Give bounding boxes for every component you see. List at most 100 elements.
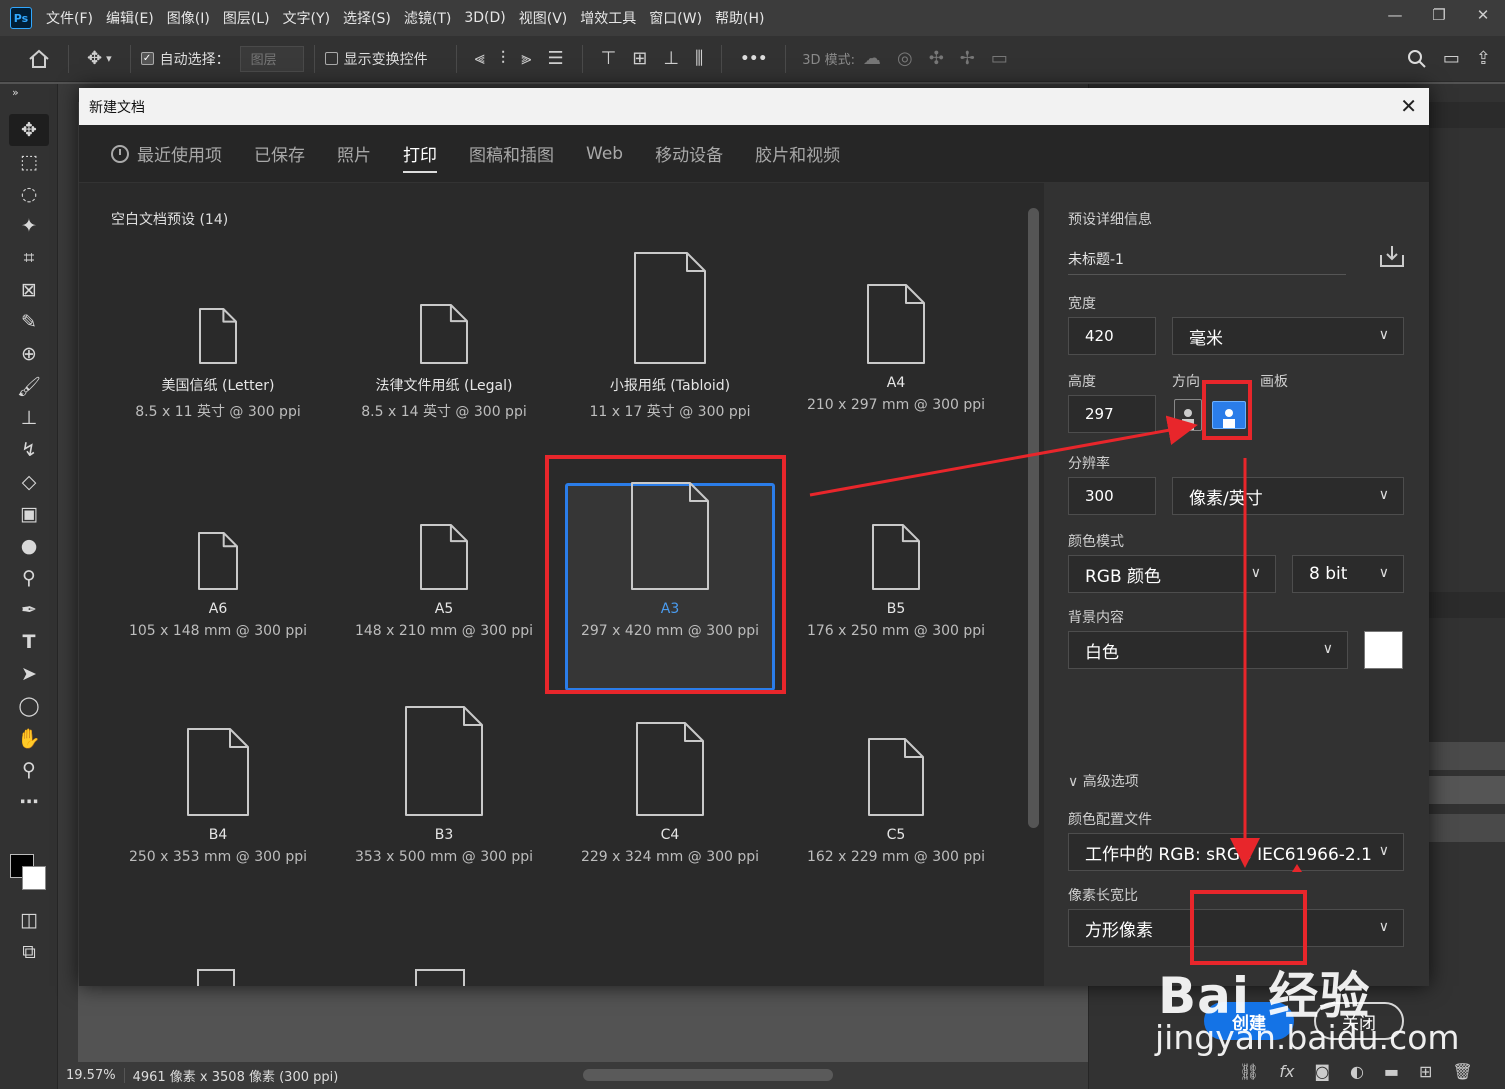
3d-roll-icon[interactable]: ◎ <box>897 48 913 69</box>
zoom-tool-icon[interactable]: ⚲ <box>9 754 49 786</box>
background-color-swatch[interactable] <box>1364 631 1403 669</box>
tab-mobile[interactable]: 移动设备 <box>655 125 723 183</box>
tab-photo[interactable]: 照片 <box>337 125 371 183</box>
tab-web[interactable]: Web <box>586 125 623 183</box>
menu-edit[interactable]: 编辑(E) <box>106 8 154 28</box>
preset-card[interactable]: A6 105 x 148 mm @ 300 ppi <box>105 479 331 705</box>
preset-card[interactable]: 美国信纸 (Letter) 8.5 x 11 英寸 @ 300 ppi <box>105 253 331 479</box>
dodge-tool-icon[interactable]: ⚲ <box>9 562 49 594</box>
brush-tool-icon[interactable]: 🖌 <box>9 370 49 402</box>
background-select[interactable]: 白色 ∨ <box>1068 631 1348 669</box>
close-window-button[interactable]: ✕ <box>1461 0 1505 30</box>
height-input[interactable]: 297 <box>1068 395 1156 433</box>
marquee-tool-icon[interactable]: ⬚ <box>9 146 49 178</box>
eyedropper-tool-icon[interactable]: ✎ <box>9 306 49 338</box>
layer-row[interactable] <box>1429 814 1505 842</box>
move-tool-icon[interactable]: ✥ <box>9 114 49 146</box>
auto-select-target-dropdown[interactable]: 图层 <box>239 45 304 72</box>
crop-tool-icon[interactable]: ⌗ <box>9 242 49 274</box>
more-tools-icon[interactable]: ⋯ <box>9 786 49 818</box>
preset-card[interactable]: B5 176 x 250 mm @ 300 ppi <box>783 479 1009 705</box>
preset-card[interactable]: A5 148 x 210 mm @ 300 ppi <box>331 479 557 705</box>
history-brush-tool-icon[interactable]: ↯ <box>9 434 49 466</box>
align-left-icon[interactable]: ⫷ <box>475 48 485 69</box>
tab-recent[interactable]: 最近使用项 <box>111 125 222 183</box>
preset-card[interactable]: 小报用纸 (Tabloid) 11 x 17 英寸 @ 300 ppi <box>557 252 783 479</box>
3d-orbit-icon[interactable]: ☁ <box>863 48 881 69</box>
tab-art-illustration[interactable]: 图稿和插图 <box>469 125 554 183</box>
menu-type[interactable]: 文字(Y) <box>283 8 330 28</box>
advanced-options-toggle[interactable]: ∨ 高级选项 <box>1068 771 1139 791</box>
ellipse-tool-icon[interactable]: ◯ <box>9 690 49 722</box>
healing-tool-icon[interactable]: ⊕ <box>9 338 49 370</box>
align-right-icon[interactable]: ⫸ <box>521 48 531 69</box>
preset-card[interactable]: B3 353 x 500 mm @ 300 ppi <box>331 705 557 931</box>
preset-card[interactable]: 法律文件用纸 (Legal) 8.5 x 14 英寸 @ 300 ppi <box>331 253 557 479</box>
distribute-icon[interactable]: ☰ <box>547 48 563 69</box>
menu-view[interactable]: 视图(V) <box>519 8 568 28</box>
expand-panel-icon[interactable]: » <box>12 84 52 100</box>
preset-card[interactable]: B4 250 x 353 mm @ 300 ppi <box>105 705 331 931</box>
tab-film-video[interactable]: 胶片和视频 <box>755 125 840 183</box>
workspace-icon[interactable]: ▭ <box>1443 48 1460 69</box>
color-profile-select[interactable]: 工作中的 RGB: sRGB IEC61966-2.1 ∨ <box>1068 833 1404 871</box>
background-color[interactable] <box>22 866 46 890</box>
color-swatches[interactable] <box>10 854 50 894</box>
stamp-tool-icon[interactable]: ⊥ <box>9 402 49 434</box>
close-icon[interactable]: ✕ <box>1400 94 1417 118</box>
menu-help[interactable]: 帮助(H) <box>715 8 764 28</box>
move-tool-icon[interactable]: ✥ <box>87 48 102 69</box>
layer-row[interactable] <box>1429 742 1505 770</box>
menu-plugins[interactable]: 增效工具 <box>580 8 636 28</box>
menu-window[interactable]: 窗口(W) <box>649 8 702 28</box>
preset-card[interactable]: C5 162 x 229 mm @ 300 ppi <box>783 705 1009 931</box>
menu-select[interactable]: 选择(S) <box>343 8 391 28</box>
align-center-icon[interactable]: ⫶ <box>501 48 506 69</box>
scroll-thumb[interactable] <box>1028 208 1039 828</box>
show-transform-checkbox[interactable] <box>324 52 338 65</box>
menu-3d[interactable]: 3D(D) <box>464 10 505 26</box>
type-tool-icon[interactable]: T <box>9 626 49 658</box>
width-unit-select[interactable]: 毫米 ∨ <box>1172 317 1404 355</box>
width-input[interactable]: 420 <box>1068 317 1156 355</box>
preset-scrollbar[interactable] <box>1024 183 1044 986</box>
menu-filter[interactable]: 滤镜(T) <box>404 8 451 28</box>
align-middle-icon[interactable]: ⊞ <box>632 48 647 69</box>
align-bottom-icon[interactable]: ⊥ <box>663 48 679 69</box>
preset-card[interactable]: A4 210 x 297 mm @ 300 ppi <box>783 253 1009 479</box>
preset-card[interactable]: C4 229 x 324 mm @ 300 ppi <box>557 705 783 931</box>
more-options-button[interactable]: ••• <box>740 51 767 67</box>
quick-mask-icon[interactable]: ◫ <box>9 904 49 936</box>
distribute-vertical-icon[interactable]: ⫼ <box>695 48 703 69</box>
hand-tool-icon[interactable]: ✋ <box>9 722 49 754</box>
maximize-button[interactable]: ❐ <box>1417 0 1461 30</box>
tab-saved[interactable]: 已保存 <box>254 125 305 183</box>
zoom-level[interactable]: 19.57% <box>58 1068 125 1083</box>
menu-image[interactable]: 图像(I) <box>167 8 210 28</box>
share-icon[interactable]: ⇪ <box>1476 48 1491 69</box>
horizontal-scrollbar[interactable] <box>583 1069 833 1081</box>
color-mode-select[interactable]: RGB 颜色 ∨ <box>1068 555 1276 593</box>
screen-mode-icon[interactable]: ⧉ <box>9 936 49 968</box>
pen-tool-icon[interactable]: ✒ <box>9 594 49 626</box>
auto-select-checkbox[interactable]: ✓ <box>140 52 154 65</box>
gradient-tool-icon[interactable]: ▣ <box>9 498 49 530</box>
eraser-tool-icon[interactable]: ◇ <box>9 466 49 498</box>
minimize-button[interactable]: — <box>1373 0 1417 30</box>
align-top-icon[interactable]: ⊤ <box>601 48 617 69</box>
chevron-down-icon[interactable]: ▾ <box>106 52 112 65</box>
menu-file[interactable]: 文件(F) <box>46 8 93 28</box>
3d-camera-icon[interactable]: ▭ <box>991 48 1008 69</box>
path-select-tool-icon[interactable]: ➤ <box>9 658 49 690</box>
search-icon[interactable] <box>1407 49 1427 69</box>
resolution-input[interactable]: 300 <box>1068 477 1156 515</box>
bit-depth-select[interactable]: 8 bit ∨ <box>1292 555 1404 593</box>
resolution-unit-select[interactable]: 像素/英寸 ∨ <box>1172 477 1404 515</box>
layer-row[interactable] <box>1429 776 1505 804</box>
document-info[interactable]: 4961 像素 x 3508 像素 (300 ppi) <box>125 1066 339 1085</box>
home-icon[interactable] <box>28 49 50 69</box>
3d-slide-icon[interactable]: ✢ <box>960 48 975 69</box>
magic-wand-tool-icon[interactable]: ✦ <box>9 210 49 242</box>
portrait-orientation-button[interactable] <box>1174 399 1202 431</box>
menu-layer[interactable]: 图层(L) <box>223 8 270 28</box>
